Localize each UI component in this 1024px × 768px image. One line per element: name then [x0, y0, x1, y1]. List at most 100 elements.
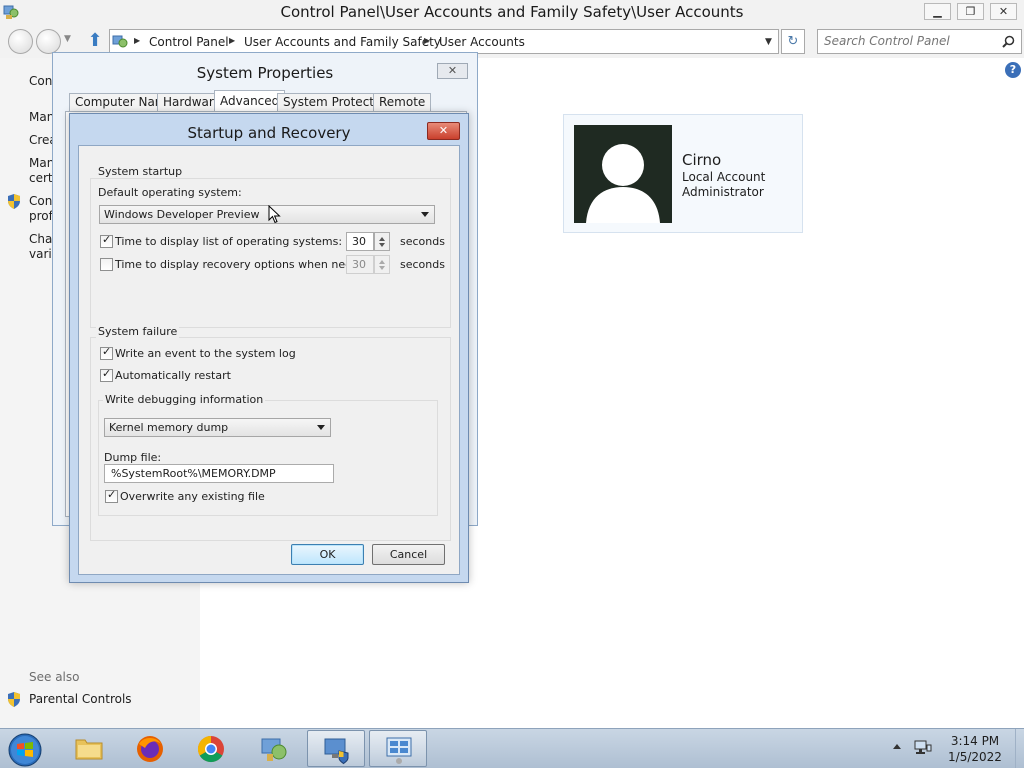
breadcrumb-arrow-icon[interactable]: ▶: [424, 36, 430, 45]
search-box[interactable]: [817, 29, 1022, 54]
default-os-value: Windows Developer Preview: [104, 208, 260, 221]
system-properties-icon: [324, 738, 349, 765]
breadcrumb-arrow-icon[interactable]: ▶: [134, 36, 140, 45]
see-also-heading: See also: [29, 670, 80, 684]
user-name: Cirno: [682, 151, 722, 169]
user-account-type: Local Account: [682, 170, 766, 184]
network-icon[interactable]: [914, 740, 932, 756]
default-os-label: Default operating system:: [98, 186, 242, 199]
system-startup-group: [90, 178, 451, 328]
overwrite-checkbox[interactable]: ✓: [105, 488, 118, 503]
clock-time[interactable]: 3:14 PM: [940, 734, 1010, 748]
uac-shield-icon: [8, 194, 20, 209]
display-recovery-checkbox[interactable]: [100, 258, 113, 271]
taskbar-remote-desktop[interactable]: [369, 730, 427, 767]
minimize-button[interactable]: ▁: [924, 3, 951, 20]
user-role: Administrator: [682, 185, 764, 199]
user-silhouette-icon: [586, 144, 660, 223]
show-hidden-icons-arrow-icon[interactable]: [893, 744, 901, 749]
refresh-button[interactable]: ↻: [781, 29, 805, 54]
user-avatar: [574, 125, 672, 223]
folder-icon: [75, 739, 103, 760]
seconds-label: seconds: [400, 235, 445, 248]
taskbar-control-panel[interactable]: [245, 730, 303, 767]
firefox-icon: [137, 736, 163, 762]
close-button[interactable]: ✕: [427, 122, 460, 140]
display-recovery-seconds-input[interactable]: 30: [346, 255, 374, 274]
debug-info-heading: Write debugging information: [103, 393, 266, 406]
write-event-label: Write an event to the system log: [115, 347, 296, 360]
sidebar-item-parental-controls[interactable]: Parental Controls: [29, 692, 132, 706]
control-panel-icon: [112, 35, 128, 48]
taskbar-system-properties[interactable]: [307, 730, 365, 767]
breadcrumb-user-accounts[interactable]: User Accounts: [439, 35, 525, 49]
search-icon[interactable]: [1002, 35, 1015, 48]
sidebar-item-manage-credentials[interactable]: Man: [29, 110, 54, 124]
recent-pages-dropdown-icon[interactable]: ▼: [64, 34, 71, 44]
spin-up-icon[interactable]: [379, 260, 385, 264]
window-title: Control Panel\User Accounts and Family S…: [280, 3, 744, 21]
clock-date[interactable]: 1/5/2022: [940, 750, 1010, 764]
default-os-select[interactable]: Windows Developer Preview: [99, 205, 435, 224]
display-list-spinner[interactable]: [374, 232, 390, 251]
spin-down-icon[interactable]: [379, 266, 385, 270]
show-desktop-button[interactable]: [1015, 729, 1024, 768]
window-titlebar[interactable]: Control Panel\User Accounts and Family S…: [0, 0, 1024, 26]
taskbar-chrome[interactable]: [182, 730, 240, 767]
dialog-title: System Properties: [196, 64, 334, 82]
display-recovery-label: Time to display recovery options when ne…: [115, 258, 377, 271]
control-panel-icon: [261, 738, 287, 761]
dump-file-label: Dump file:: [104, 451, 162, 464]
debug-type-select[interactable]: Kernel memory dump: [104, 418, 331, 437]
debug-type-value: Kernel memory dump: [109, 421, 229, 434]
taskbar: 3:14 PM 1/5/2022: [0, 728, 1024, 768]
spin-up-icon[interactable]: [379, 237, 385, 241]
checkmark-icon: ✓: [102, 367, 112, 380]
display-list-seconds-input[interactable]: 30: [346, 232, 374, 251]
remote-desktop-icon: [386, 737, 412, 764]
auto-restart-label: Automatically restart: [115, 369, 231, 382]
breadcrumb-control-panel[interactable]: Control Panel: [149, 35, 229, 49]
parental-controls-icon: [8, 692, 20, 707]
forward-button[interactable]: [36, 29, 61, 54]
chrome-icon: [197, 735, 224, 763]
system-failure-heading: System failure: [96, 325, 180, 338]
mouse-pointer-icon: [268, 205, 281, 224]
taskbar-firefox[interactable]: [121, 730, 179, 767]
taskbar-file-explorer[interactable]: [60, 730, 118, 767]
cancel-button[interactable]: Cancel: [372, 544, 445, 565]
seconds-label: seconds: [400, 258, 445, 271]
maximize-button[interactable]: ❐: [957, 3, 984, 20]
checkmark-icon: ✓: [102, 233, 112, 246]
checkmark-icon: ✓: [107, 488, 117, 501]
tab-advanced[interactable]: Advanced: [214, 90, 286, 112]
address-dropdown-icon[interactable]: ▼: [765, 37, 772, 47]
close-button[interactable]: ✕: [990, 3, 1017, 20]
display-list-label: Time to display list of operating system…: [115, 235, 343, 248]
spin-down-icon[interactable]: [379, 243, 385, 247]
ok-button[interactable]: OK: [291, 544, 364, 565]
address-bar[interactable]: ▶ Control Panel ▶ User Accounts and Fami…: [109, 29, 779, 54]
breadcrumb-arrow-icon[interactable]: ▶: [229, 36, 235, 45]
display-list-checkbox[interactable]: ✓: [100, 233, 113, 248]
sidebar-item-manage-certificates[interactable]: Man: [29, 156, 54, 170]
close-button[interactable]: ✕: [437, 63, 468, 79]
checkmark-icon: ✓: [102, 345, 112, 358]
write-event-checkbox[interactable]: ✓: [100, 345, 113, 360]
start-orb-icon[interactable]: [4, 731, 46, 767]
display-recovery-spinner[interactable]: [374, 255, 390, 274]
breadcrumb-user-accounts-family-safety[interactable]: User Accounts and Family Safety: [244, 35, 441, 49]
dialog-title: Startup and Recovery: [187, 124, 351, 142]
dump-file-input[interactable]: %SystemRoot%\MEMORY.DMP: [104, 464, 334, 483]
auto-restart-checkbox[interactable]: ✓: [100, 367, 113, 382]
user-account-card: Cirno Local Account Administrator: [563, 114, 803, 233]
tab-remote[interactable]: Remote: [373, 93, 432, 112]
help-icon[interactable]: ?: [1005, 62, 1021, 78]
startup-and-recovery-dialog: Startup and Recovery ✕ System startup De…: [69, 113, 469, 583]
search-input[interactable]: [824, 34, 994, 48]
overwrite-label: Overwrite any existing file: [120, 490, 265, 503]
chevron-down-icon: [317, 425, 325, 430]
up-arrow-icon[interactable]: ⬆: [86, 31, 104, 51]
system-startup-heading: System startup: [96, 165, 185, 178]
back-button[interactable]: [8, 29, 33, 54]
